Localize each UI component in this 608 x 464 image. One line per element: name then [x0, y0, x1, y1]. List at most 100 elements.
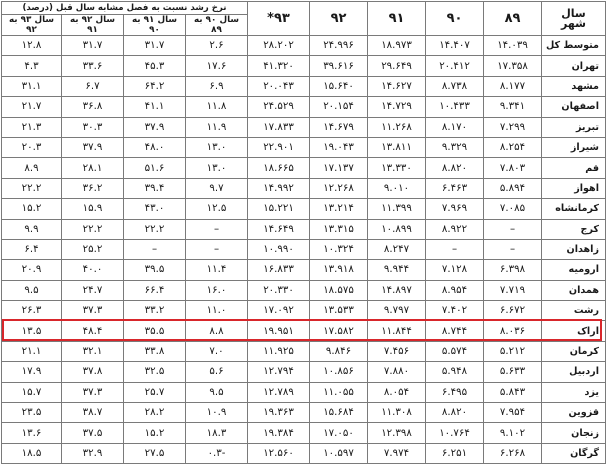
value-cell: ۸.۲۴۷	[367, 238, 426, 261]
city-cell: اهواز	[541, 177, 606, 200]
value-cell: ۱۲.۷۹۴	[247, 361, 310, 383]
header-growth-90-89-line2: ۸۹	[211, 25, 222, 35]
city-cell: کرمان	[541, 340, 606, 363]
value-cell: ۷.۱۲۸	[425, 259, 484, 281]
table-row: کرج –۸.۹۲۲ ۱۰.۸۹۹ ۱۳.۳۱۵ ۱۴.۶۴۹–۲۲.۲ ۲۲.۲ ۹.۹	[1, 218, 606, 240]
value-cell: ۱۲.۵۶۰	[247, 442, 310, 464]
value-cell: ۳۱.۱	[1, 75, 62, 98]
value-cell: ۷.۹۶۹	[425, 198, 484, 220]
value-cell: ۸.۹۲۲	[425, 218, 484, 240]
value-cell: ۱۴.۶۲۷	[367, 75, 426, 98]
value-cell: ۶.۴۶۳	[425, 177, 484, 200]
value-cell: ۸.۱۷۷	[483, 75, 542, 98]
value-cell: ۳۷.۵	[61, 422, 124, 444]
value-cell: ۶.۶۷۲	[483, 300, 542, 322]
value-cell: -۰.۳	[185, 442, 248, 464]
value-cell: ۵.۶۳۳	[483, 361, 542, 383]
value-cell: ۷.۸۸۰	[367, 361, 426, 383]
value-cell: ۲۵.۷	[123, 381, 186, 404]
value-cell: ۱۰.۸۹۹	[367, 218, 426, 240]
value-cell: ۱۸.۵۷۵	[309, 279, 368, 302]
value-cell: ۶.۷	[61, 75, 124, 98]
value-cell: ۶.۳۹۸	[483, 259, 542, 281]
table-row: اردبیل ۵.۶۳۳ ۵.۹۴۸ ۷.۸۸۰ ۱۰.۸۵۶ ۱۲.۷۹۴ ۵.۶ ۳۲.۵…	[1, 361, 606, 383]
value-cell: ۳۰.۳	[61, 116, 124, 138]
value-cell: ۳۷.۳	[61, 300, 124, 322]
table-row: زنجان ۹.۱۰۲ ۱۰.۷۶۴ ۱۲.۳۹۸ ۱۷.۰۵۰ ۱۹.۳۸۴ ۱۸.۳ ۱۵…	[1, 422, 606, 444]
value-cell: ۲.۶	[185, 34, 248, 57]
value-cell: ۱۵.۲	[1, 198, 62, 220]
value-cell: ۲۱.۱	[1, 340, 62, 363]
value-cell: ۲۰.۳	[1, 136, 62, 159]
value-cell: ۳۶.۸	[61, 96, 124, 118]
value-cell: ۵۱.۶	[123, 157, 186, 179]
value-cell: ۳۱.۷	[123, 34, 186, 57]
value-cell: ۷.۹۵۴	[483, 402, 542, 424]
value-cell: ۶.۴۹۵	[425, 381, 484, 404]
table-row: اراک ۸.۰۳۶ ۸.۷۴۴ ۱۱.۸۴۴ ۱۷.۵۸۲ ۱۹.۹۵۱ ۸.۸ ۳۵.۵ ۴…	[1, 320, 606, 342]
value-cell: ۲۶.۳	[1, 300, 62, 322]
value-cell: ۱۰.۸۵۶	[309, 361, 368, 383]
value-cell: ۸.۹	[1, 157, 62, 179]
value-cell: ۱۸.۶۶۵	[247, 157, 310, 179]
city-cell: قزوین	[541, 402, 606, 424]
table-row: کرمانشاه ۷.۰۸۵ ۷.۹۶۹ ۱۱.۳۹۹ ۱۳.۲۱۴ ۱۵.۲۲۱ ۱۲.۵…	[1, 198, 606, 220]
value-cell: ۸.۷۴۴	[425, 320, 484, 342]
value-cell: ۱۵.۶۸۴	[309, 402, 368, 424]
table-row: شیراز ۸.۲۵۴ ۹.۳۲۹ ۱۳.۸۱۱ ۱۹.۰۴۳ ۲۲.۹۰۱ ۱۳.۰ ۴۸.…	[1, 136, 606, 159]
header-growth-92-91-line1: سال ۹۲ به	[69, 15, 116, 26]
table-row: یزد ۵.۸۴۳ ۶.۴۹۵ ۸.۰۵۴ ۱۱.۰۵۵ ۱۲.۷۸۹ ۹.۵ ۲۵.۷ ۳۷.…	[1, 381, 606, 404]
value-cell: ۶۴.۲	[123, 75, 186, 98]
value-cell: ۲۱.۷	[1, 96, 62, 118]
value-cell: ۲۷.۵	[123, 442, 186, 464]
value-cell: ۱۳.۶	[1, 422, 62, 444]
value-cell: ۸.۷۳۸	[425, 75, 484, 98]
value-cell: ۲۰.۹	[1, 259, 62, 281]
table-row: گرگان ۶.۲۶۸ ۶.۲۵۱ ۷.۹۷۴ ۱۰.۵۹۷ ۱۲.۵۶۰ -۰.۳ ۲۷.۵…	[1, 442, 606, 464]
value-cell: ۳۷.۸	[61, 361, 124, 383]
value-cell: ۹.۵	[1, 279, 62, 302]
value-cell: ۱۱.۸	[185, 96, 248, 118]
value-cell: –	[483, 218, 542, 240]
value-cell: ۲۰.۴۱۲	[425, 55, 484, 77]
table-row: تهران ۱۷.۳۵۸ ۲۰.۴۱۲ ۲۹.۶۴۹ ۳۹.۶۱۶ ۴۱.۳۲۰ ۱۷.۶ ۴…	[1, 55, 606, 77]
table-body: متوسط کل ۱۴.۰۳۹ ۱۴.۴۰۷ ۱۸.۹۷۳ ۲۴.۹۹۶ ۲۸.۲۰۲ ۲.…	[1, 34, 606, 464]
value-cell: ۸.۸۲۰	[425, 402, 484, 424]
value-cell: ۲۸.۲	[123, 402, 186, 424]
value-cell: ۱۳.۰	[185, 136, 248, 159]
value-cell: ۲۴.۵۲۹	[247, 96, 310, 118]
value-cell: ۸.۰۵۴	[367, 381, 426, 404]
value-cell: –	[185, 238, 248, 261]
value-cell: ۷.۸۰۳	[483, 157, 542, 179]
value-cell: ۳۹.۴	[123, 177, 186, 200]
value-cell: ۸.۹۵۴	[425, 279, 484, 302]
header-growth-93-92: سال ۹۳ به ۹۲	[1, 14, 62, 36]
value-cell: ۳۹.۵	[123, 259, 186, 281]
header-year-91: ۹۱	[367, 1, 426, 36]
value-cell: ۹.۷	[185, 177, 248, 200]
value-cell: ۱۴.۷۲۹	[367, 96, 426, 118]
value-cell: ۱۳.۲۱۴	[309, 198, 368, 220]
value-cell: ۱۳.۵	[1, 320, 62, 342]
value-cell: ۹.۸۴۶	[309, 340, 368, 363]
value-cell: ۱۳.۳۳۰	[367, 157, 426, 179]
value-cell: –	[123, 238, 186, 261]
value-cell: ۳۲.۱	[61, 340, 124, 363]
table-row: ارومیه ۶.۳۹۸ ۷.۱۲۸ ۹.۹۴۴ ۱۳.۹۱۸ ۱۶.۸۳۳ ۱۱.۴ ۳۹.…	[1, 259, 606, 281]
value-cell: ۵.۵۷۴	[425, 340, 484, 363]
value-cell: –	[185, 218, 248, 240]
value-cell: ۴۸.۴	[61, 320, 124, 342]
value-cell: ۱۲.۵	[185, 198, 248, 220]
value-cell: ۲۴.۹۹۶	[309, 34, 368, 57]
value-cell: ۳۳.۶	[61, 55, 124, 77]
value-cell: ۱۸.۳	[185, 422, 248, 444]
value-cell: ۱۹.۹۵۱	[247, 320, 310, 342]
value-cell: ۱۵.۲	[123, 422, 186, 444]
value-cell: ۱۴.۰۳۹	[483, 34, 542, 57]
header-growth-90-89-line1: سال ۹۰ به	[193, 15, 240, 26]
value-cell: ۷.۷۱۹	[483, 279, 542, 302]
value-cell: ۴۵.۳	[123, 55, 186, 77]
value-cell: ۵.۸۹۴	[483, 177, 542, 200]
city-cell: قم	[541, 157, 606, 179]
value-cell: ۳۷.۹	[61, 136, 124, 159]
